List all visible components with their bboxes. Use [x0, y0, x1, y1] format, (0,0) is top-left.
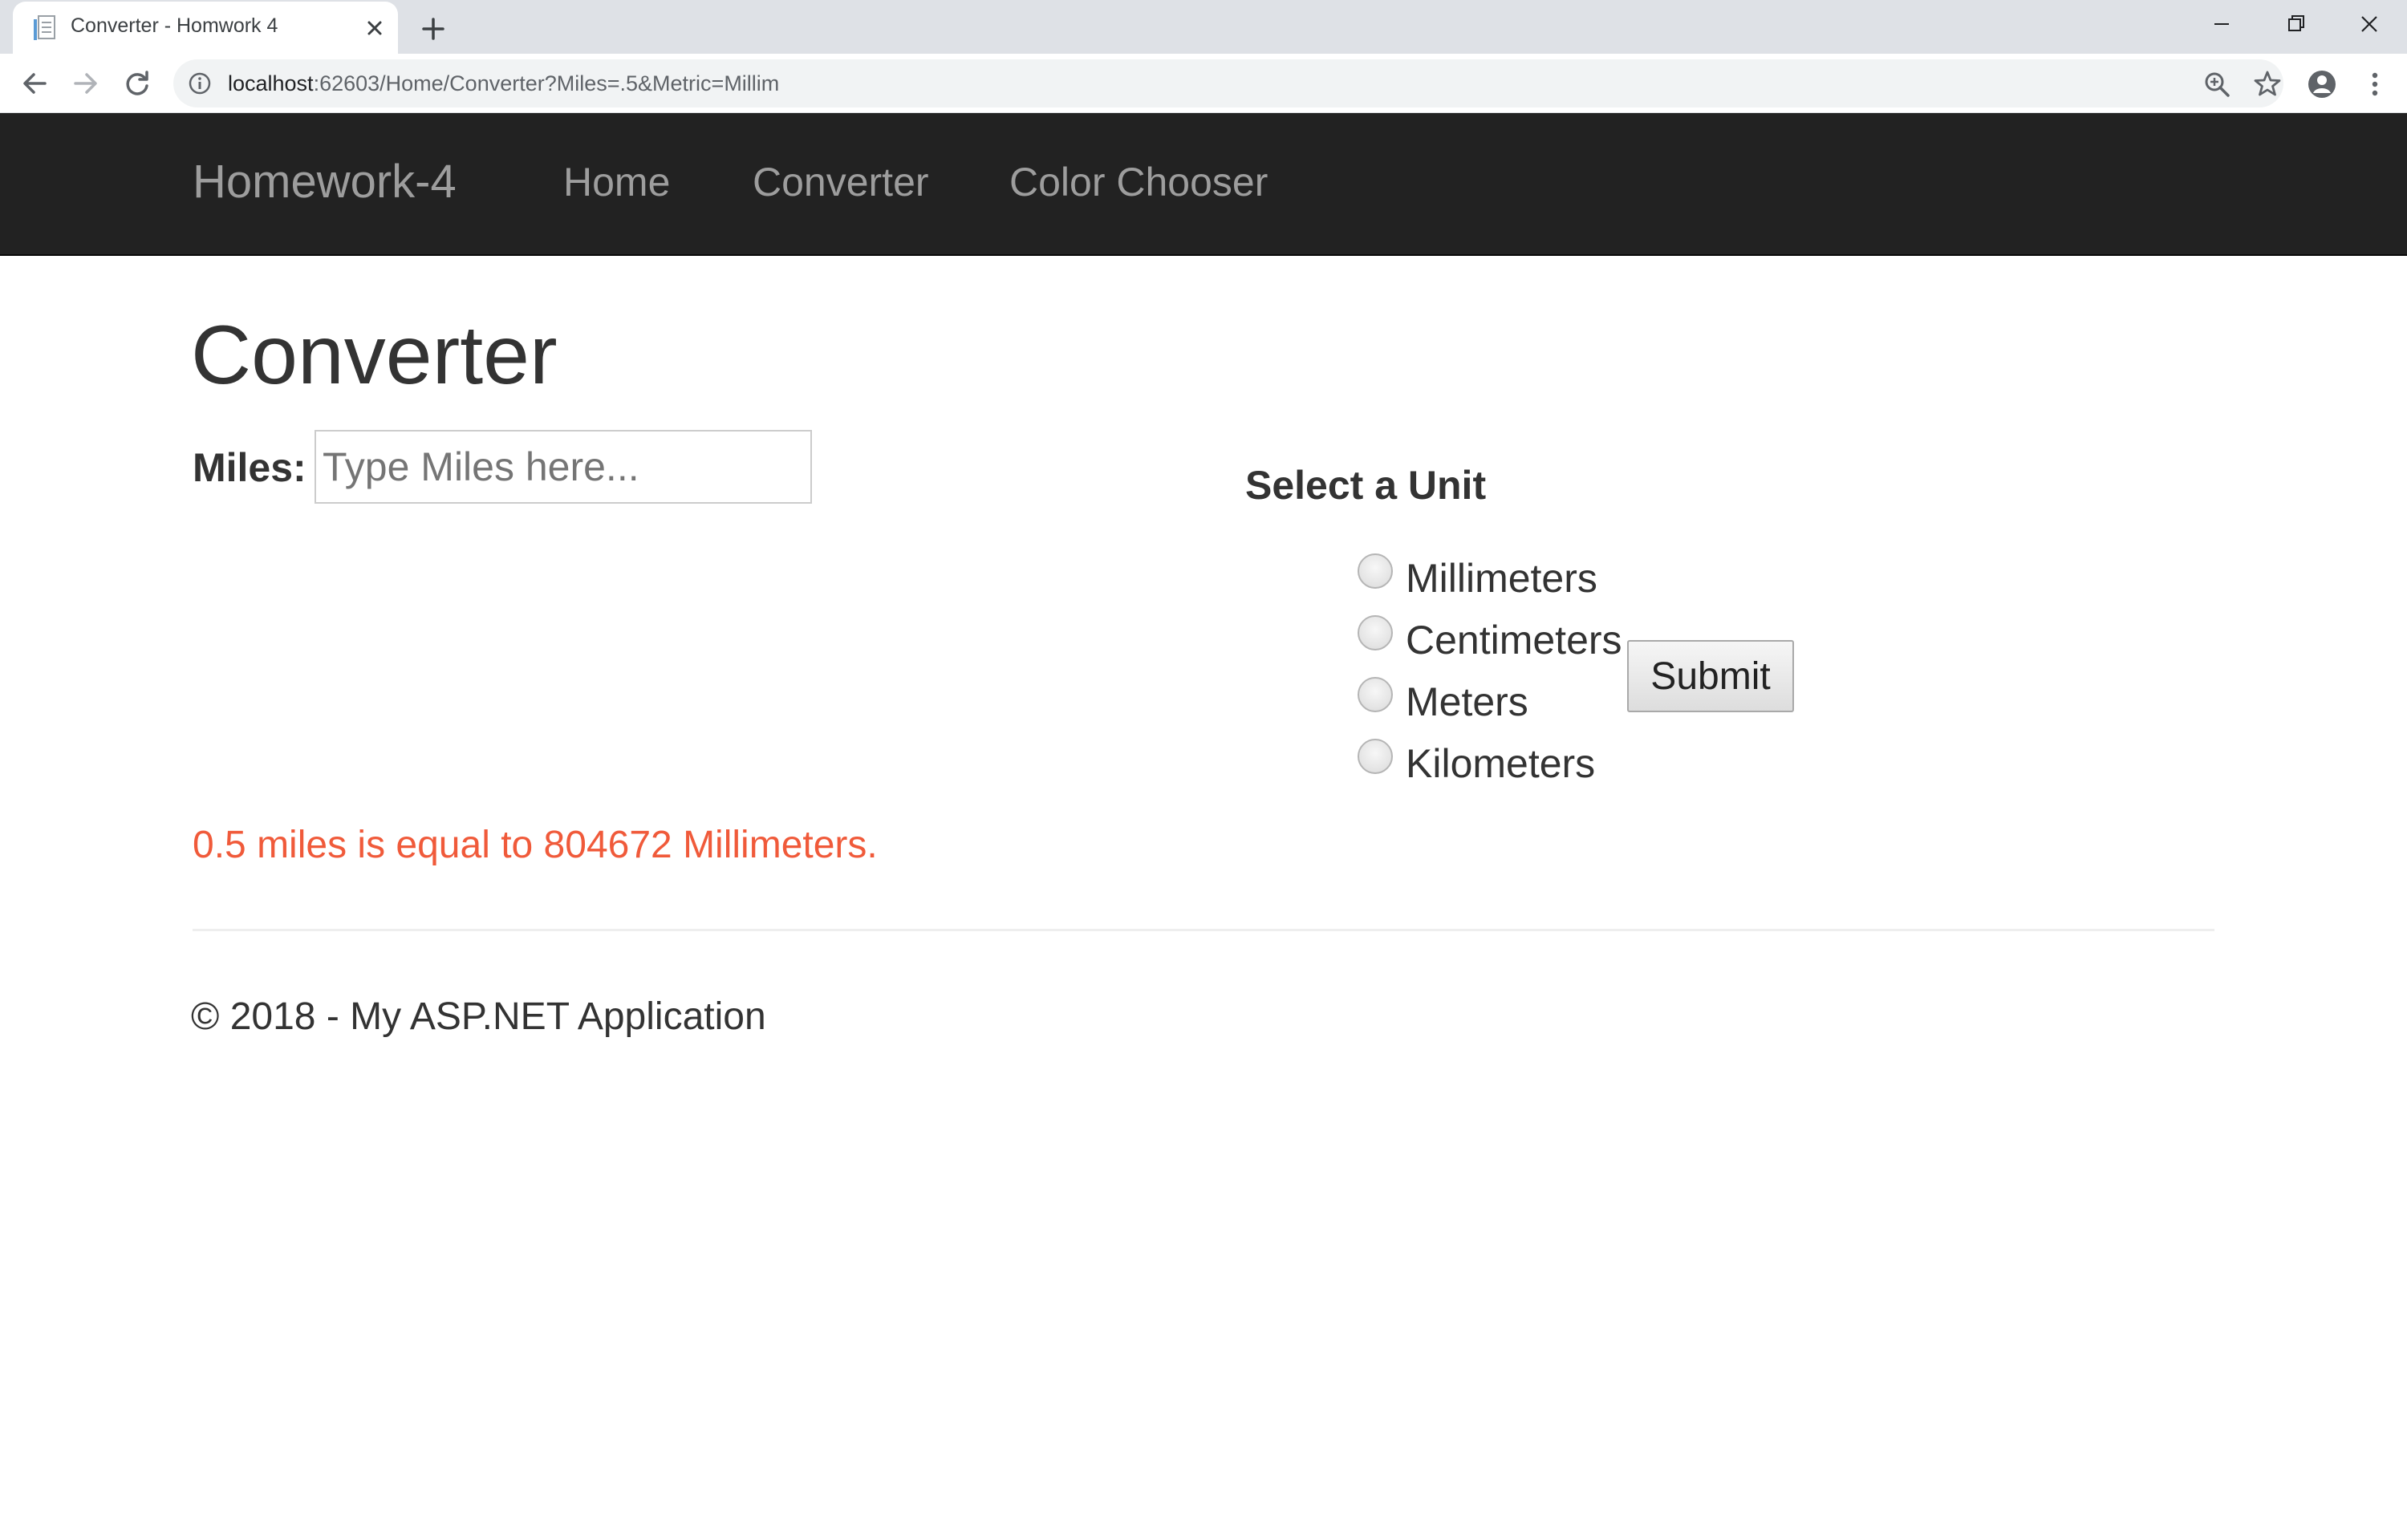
close-tab-icon[interactable]: [363, 16, 387, 40]
unit-label[interactable]: Millimeters: [1406, 555, 1597, 602]
unit-label[interactable]: Kilometers: [1406, 740, 1595, 787]
page-title: Converter: [191, 309, 558, 402]
url-text[interactable]: localhost:62603/Home/Converter?Miles=.5&…: [228, 71, 779, 96]
address-bar[interactable]: localhost:62603/Home/Converter?Miles=.5&…: [173, 59, 2283, 107]
reload-icon[interactable]: [120, 67, 154, 100]
nav-link-converter[interactable]: Converter: [753, 159, 929, 205]
nav-link-color-chooser[interactable]: Color Chooser: [1009, 159, 1268, 205]
radio-button[interactable]: [1358, 739, 1393, 774]
forward-arrow-icon[interactable]: [69, 67, 103, 100]
nav-link-home[interactable]: Home: [563, 159, 670, 205]
browser-toolbar: localhost:62603/Home/Converter?Miles=.5&…: [0, 54, 2407, 113]
zoom-icon[interactable]: [2203, 71, 2230, 98]
brand-link[interactable]: Homework-4: [193, 155, 457, 209]
miles-label: Miles:: [193, 445, 306, 490]
unit-label[interactable]: Centimeters: [1406, 617, 1622, 663]
browser-tab-strip: Converter - Homwork 4: [0, 0, 2407, 54]
back-arrow-icon[interactable]: [18, 67, 51, 100]
submit-button[interactable]: Submit: [1627, 640, 1794, 712]
new-tab-icon[interactable]: [417, 13, 449, 45]
bookmark-star-icon[interactable]: [2253, 69, 2282, 98]
footer-divider: [193, 929, 2214, 931]
site-info-icon[interactable]: [188, 71, 212, 95]
page-favicon-icon: [32, 14, 58, 42]
restore-window-icon[interactable]: [2275, 8, 2316, 40]
conversion-result: 0.5 miles is equal to 804672 Millimeters…: [193, 824, 878, 866]
url-host: localhost: [228, 71, 314, 95]
url-path: :62603/Home/Converter?Miles=.5&Metric=Mi…: [313, 71, 780, 95]
site-navbar: Homework-4 Home Converter Color Chooser: [0, 113, 2407, 256]
profile-avatar-icon[interactable]: [2306, 68, 2338, 100]
close-window-icon[interactable]: [2349, 8, 2389, 40]
radio-button[interactable]: [1358, 677, 1393, 712]
unit-label[interactable]: Meters: [1406, 679, 1528, 725]
radio-button[interactable]: [1358, 553, 1393, 589]
browser-menu-icon[interactable]: [2359, 68, 2391, 100]
radio-button[interactable]: [1358, 615, 1393, 650]
unit-heading: Select a Unit: [1245, 463, 1487, 508]
minimize-window-icon[interactable]: [2202, 8, 2242, 40]
browser-tab[interactable]: Converter - Homwork 4: [13, 2, 398, 54]
miles-input[interactable]: [315, 430, 812, 504]
footer-copyright: © 2018 - My ASP.NET Application: [191, 995, 766, 1038]
tab-title: Converter - Homwork 4: [71, 14, 278, 37]
